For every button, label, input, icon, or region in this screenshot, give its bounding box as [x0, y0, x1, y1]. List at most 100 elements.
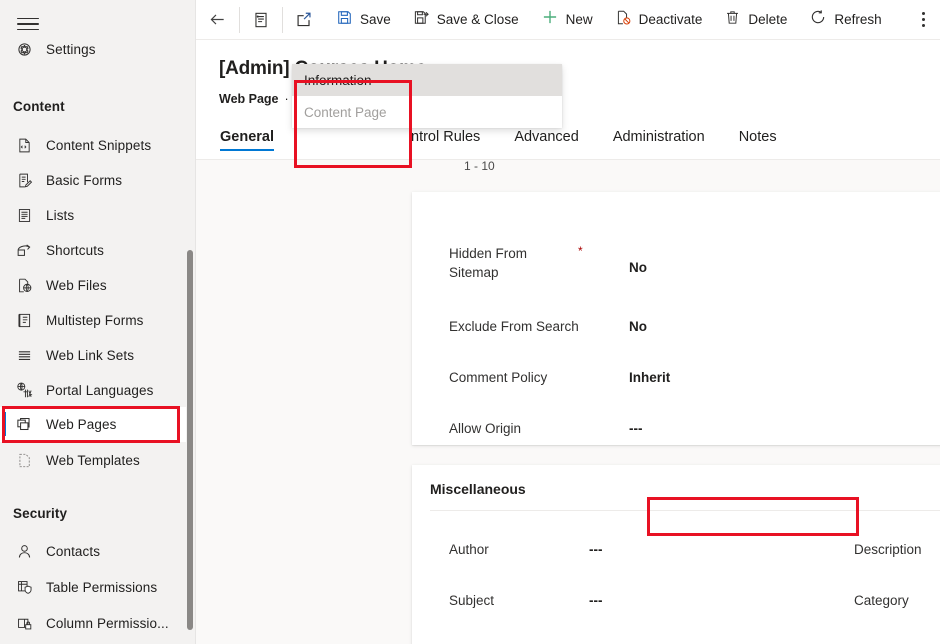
refresh-button[interactable]: Refresh [798, 0, 892, 40]
more-commands-icon[interactable] [906, 0, 940, 40]
delete-button[interactable]: Delete [713, 0, 798, 40]
app-root: Settings Content Content Snippets Bas [0, 0, 940, 644]
entity-name: Web Page [219, 92, 279, 106]
sidebar-item-web-templates[interactable]: Web Templates [0, 443, 196, 477]
field-label: Subject [449, 591, 589, 610]
field-description[interactable]: Description --- [854, 540, 940, 559]
sidebar-item-basic-forms[interactable]: Basic Forms [0, 163, 196, 197]
gear-icon [12, 37, 36, 61]
menu-item-label: Information [304, 73, 372, 88]
field-value: --- [629, 419, 643, 438]
sidebar-item-label: Web Pages [46, 417, 116, 432]
sidebar-section-security-heading: Security [13, 506, 67, 521]
field-subject[interactable]: Subject --- [449, 591, 603, 610]
sidebar-item-shortcuts[interactable]: Shortcuts [0, 233, 196, 267]
breadcrumb-separator: · [285, 92, 289, 106]
tab-general[interactable]: General [196, 114, 291, 159]
tab-label: ntrol Rules [411, 129, 480, 145]
section-divider [430, 510, 940, 511]
tab-label: Advanced [514, 129, 579, 145]
person-icon [12, 539, 36, 563]
tab-administration[interactable]: Administration [596, 114, 722, 159]
language-icon [12, 378, 36, 402]
column-lock-icon [12, 611, 36, 635]
form-selector-option-content-page[interactable]: Content Page [292, 96, 562, 128]
form-selector-option-information[interactable]: Information [292, 64, 562, 96]
table-shield-icon [12, 575, 36, 599]
plus-icon [541, 8, 559, 31]
section-title-miscellaneous: Miscellaneous [430, 481, 526, 497]
sidebar-item-web-files[interactable]: Web Files [0, 268, 196, 302]
tab-label: General [220, 129, 274, 145]
field-value: No [629, 317, 647, 336]
field-label: Exclude From Search [449, 317, 589, 336]
sidebar-item-label: Multistep Forms [46, 313, 144, 328]
field-value: No [629, 258, 647, 277]
field-comment-policy[interactable]: Comment Policy Inherit [449, 368, 749, 387]
save-and-close-button[interactable]: Save & Close [402, 0, 530, 40]
trash-icon [724, 9, 741, 31]
menu-item-label: Content Page [304, 105, 387, 120]
main-region: Save Save & Close New [196, 0, 940, 644]
sidebar-item-label: Portal Languages [46, 383, 153, 398]
sidebar-item-table-permissions[interactable]: Table Permissions [0, 570, 196, 604]
tab-label: Notes [739, 129, 777, 145]
code-file-icon [12, 133, 36, 157]
template-icon [12, 448, 36, 472]
sidebar-item-settings[interactable]: Settings [0, 32, 196, 66]
save-and-close-button-label: Save & Close [437, 12, 519, 27]
sidebar-item-label: Column Permissio... [46, 616, 169, 631]
field-label: Allow Origin [449, 419, 589, 438]
sitemap-sidebar: Settings Content Content Snippets Bas [0, 0, 196, 644]
sidebar-item-label: Contacts [46, 544, 100, 559]
sidebar-item-label: Basic Forms [46, 173, 122, 188]
sidebar-item-label: Web Files [46, 278, 107, 293]
field-label: Comment Policy [449, 368, 589, 387]
deactivate-button[interactable]: Deactivate [604, 0, 714, 40]
field-exclude-from-search[interactable]: Exclude From Search No [449, 317, 749, 336]
sidebar-item-label: Lists [46, 208, 74, 223]
field-value: --- [589, 591, 603, 610]
form-selector-menu: Information Content Page [292, 64, 562, 128]
popout-icon[interactable] [282, 0, 325, 40]
delete-button-label: Delete [748, 12, 787, 27]
sidebar-scrollbar-thumb[interactable] [187, 250, 193, 630]
save-floppy-icon [336, 9, 353, 31]
sidebar-item-portal-languages[interactable]: Portal Languages [0, 373, 196, 407]
sidebar-item-label: Web Templates [46, 453, 140, 468]
sidebar-item-column-permissions[interactable]: Column Permissio... [0, 606, 196, 640]
sidebar-item-label: Shortcuts [46, 243, 104, 258]
save-button[interactable]: Save [325, 0, 402, 40]
ghost-record-count: 1 - 10 [464, 159, 495, 173]
field-category[interactable]: Category --- [854, 591, 940, 610]
tab-notes[interactable]: Notes [722, 114, 794, 159]
deactivate-icon [615, 9, 632, 31]
field-label: Description [854, 540, 940, 559]
sidebar-selection-indicator [3, 412, 6, 436]
field-value: Inherit [629, 368, 670, 387]
save-close-icon [413, 9, 430, 31]
required-asterisk: * [578, 244, 583, 258]
refresh-icon [809, 8, 827, 31]
field-hidden-from-sitemap[interactable]: Hidden From Sitemap * No [449, 244, 749, 282]
field-author[interactable]: Author --- [449, 540, 603, 559]
back-arrow-icon[interactable] [196, 0, 239, 40]
command-bar: Save Save & Close New [196, 0, 940, 40]
list-icon [12, 203, 36, 227]
sidebar-item-web-link-sets[interactable]: Web Link Sets [0, 338, 196, 372]
sidebar-item-label: Table Permissions [46, 580, 157, 595]
sidebar-item-web-pages[interactable]: Web Pages [0, 407, 196, 442]
form-list-icon[interactable] [239, 0, 282, 40]
multistep-form-icon [12, 308, 36, 332]
sidebar-item-content-snippets[interactable]: Content Snippets [0, 128, 196, 162]
link-set-icon [12, 343, 36, 367]
deactivate-button-label: Deactivate [639, 12, 703, 27]
new-button[interactable]: New [530, 0, 604, 40]
sidebar-item-lists[interactable]: Lists [0, 198, 196, 232]
field-allow-origin[interactable]: Allow Origin --- [449, 419, 749, 438]
miscellaneous-card: Miscellaneous Author --- Subject --- Dis… [412, 465, 940, 644]
sidebar-item-label: Settings [46, 42, 96, 57]
sidebar-item-multistep-forms[interactable]: Multistep Forms [0, 303, 196, 337]
sidebar-item-contacts[interactable]: Contacts [0, 534, 196, 568]
sidebar-item-label: Content Snippets [46, 138, 151, 153]
